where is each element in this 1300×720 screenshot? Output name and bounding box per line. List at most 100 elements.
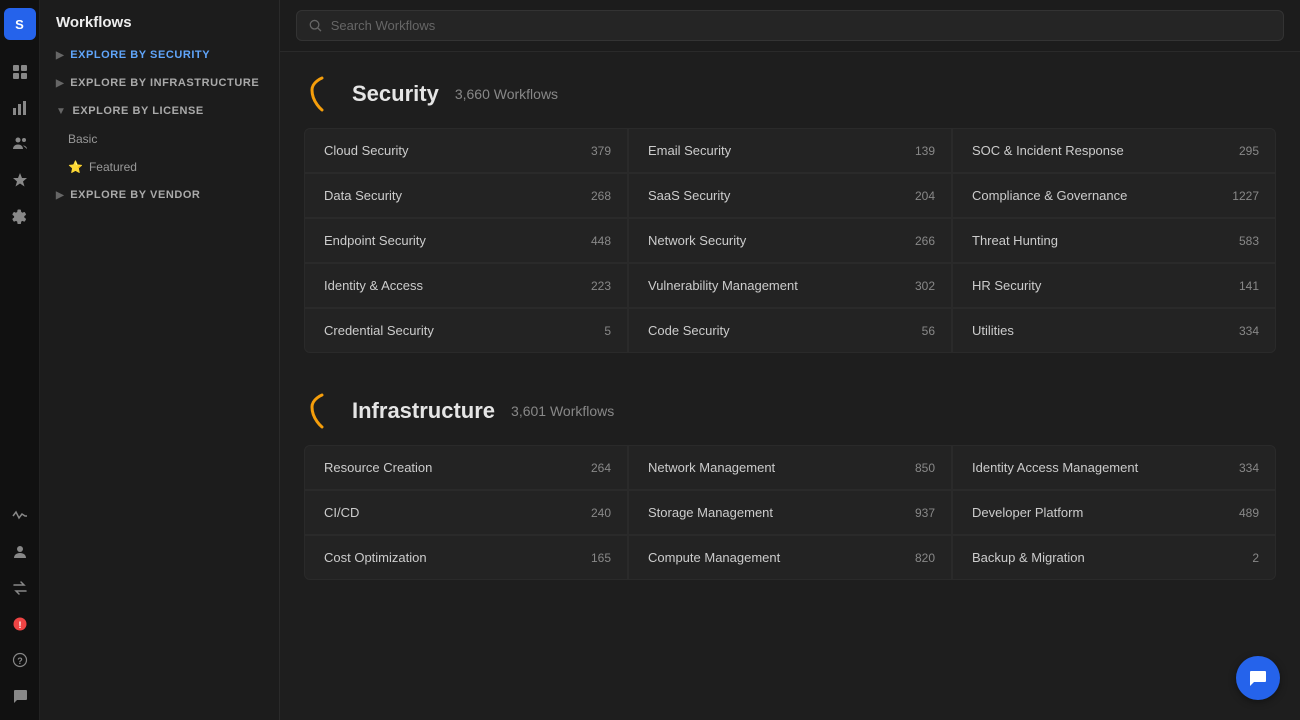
- sidebar-explore-by-license[interactable]: ▼ EXPLORE BY LICENSE: [40, 97, 279, 125]
- category-item[interactable]: Vulnerability Management 302: [629, 264, 951, 307]
- category-name: Cost Optimization: [324, 550, 427, 565]
- chat-fab-button[interactable]: [1236, 656, 1280, 700]
- sidebar-section-infrastructure: ▶ EXPLORE BY INFRASTRUCTURE: [40, 69, 279, 97]
- security-category-grid: Cloud Security379Email Security139SOC & …: [304, 128, 1276, 353]
- category-name: Endpoint Security: [324, 233, 426, 248]
- category-name: Data Security: [324, 188, 402, 203]
- infrastructure-section: Infrastructure 3,601 Workflows Resource …: [304, 393, 1276, 580]
- category-name: Utilities: [972, 323, 1014, 338]
- category-item[interactable]: HR Security141: [953, 264, 1275, 307]
- category-count: 56: [922, 324, 935, 338]
- category-item[interactable]: Developer Platform489: [953, 491, 1275, 534]
- sidebar-section-vendor: ▶ EXPLORE BY VENDOR: [40, 181, 279, 209]
- category-item[interactable]: Compliance & Governance 1227: [953, 174, 1275, 217]
- sidebar-section-license: ▼ EXPLORE BY LICENSE Basic ⭐ Featured: [40, 97, 279, 181]
- user-icon[interactable]: [4, 536, 36, 568]
- category-name: SOC & Incident Response: [972, 143, 1124, 158]
- category-item[interactable]: Credential Security5: [305, 309, 627, 352]
- category-count: 583: [1239, 234, 1259, 248]
- category-count: 2: [1252, 551, 1259, 565]
- alert-icon[interactable]: !: [4, 608, 36, 640]
- category-item[interactable]: Email Security139: [629, 129, 951, 172]
- chevron-infra-icon: ▶: [56, 78, 64, 89]
- category-item[interactable]: CI/CD240: [305, 491, 627, 534]
- category-item[interactable]: Cost Optimization 165: [305, 536, 627, 579]
- security-title: Security: [352, 81, 439, 107]
- icon-bar: S ! ?: [0, 0, 40, 720]
- chevron-license-icon: ▼: [56, 106, 66, 117]
- sidebar-section-security: ▶ EXPLORE BY SECURITY: [40, 41, 279, 69]
- transfer-icon[interactable]: [4, 572, 36, 604]
- category-count: 448: [591, 234, 611, 248]
- sidebar-explore-by-vendor[interactable]: ▶ EXPLORE BY VENDOR: [40, 181, 279, 209]
- category-count: 489: [1239, 506, 1259, 520]
- sidebar-section-infrastructure-label: EXPLORE BY INFRASTRUCTURE: [70, 77, 259, 89]
- category-name: Code Security: [648, 323, 730, 338]
- category-item[interactable]: Backup & Migration2: [953, 536, 1275, 579]
- grid-icon[interactable]: [4, 56, 36, 88]
- category-count: 223: [591, 279, 611, 293]
- category-item[interactable]: Identity Access Management334: [953, 446, 1275, 489]
- sidebar-explore-by-infrastructure[interactable]: ▶ EXPLORE BY INFRASTRUCTURE: [40, 69, 279, 97]
- security-count: 3,660 Workflows: [455, 86, 558, 102]
- content-scroll[interactable]: Security 3,660 Workflows Cloud Security3…: [280, 52, 1300, 720]
- help-icon[interactable]: ?: [4, 644, 36, 676]
- sidebar-section-security-label: EXPLORE BY SECURITY: [70, 49, 210, 61]
- category-count: 5: [604, 324, 611, 338]
- category-item[interactable]: Code Security 56: [629, 309, 951, 352]
- category-name: Cloud Security: [324, 143, 409, 158]
- category-item[interactable]: Cloud Security379: [305, 129, 627, 172]
- chevron-vendor-icon: ▶: [56, 190, 64, 201]
- category-count: 165: [591, 551, 611, 565]
- sidebar-title: Workflows: [40, 0, 279, 41]
- category-count: 850: [915, 461, 935, 475]
- category-count: 204: [915, 189, 935, 203]
- category-count: 268: [591, 189, 611, 203]
- infrastructure-count: 3,601 Workflows: [511, 403, 614, 419]
- category-name: Network Management: [648, 460, 775, 475]
- category-name: Resource Creation: [324, 460, 432, 475]
- category-count: 141: [1239, 279, 1259, 293]
- category-item[interactable]: Threat Hunting583: [953, 219, 1275, 262]
- category-name: Compliance & Governance: [972, 188, 1127, 203]
- category-item[interactable]: Data Security 268: [305, 174, 627, 217]
- search-wrapper[interactable]: [296, 10, 1284, 41]
- star-featured-icon: ⭐: [68, 160, 83, 174]
- category-item[interactable]: Resource Creation 264: [305, 446, 627, 489]
- category-item[interactable]: SaaS Security204: [629, 174, 951, 217]
- security-section-icon: [304, 76, 340, 112]
- sidebar-section-vendor-label: EXPLORE BY VENDOR: [70, 189, 200, 201]
- category-item[interactable]: Endpoint Security 448: [305, 219, 627, 262]
- category-item[interactable]: Identity & Access223: [305, 264, 627, 307]
- sidebar-section-license-label: EXPLORE BY LICENSE: [72, 105, 203, 117]
- sidebar-item-basic[interactable]: Basic: [40, 125, 279, 153]
- category-count: 302: [915, 279, 935, 293]
- category-count: 1227: [1232, 189, 1259, 203]
- security-section-header: Security 3,660 Workflows: [304, 76, 1276, 112]
- chart-icon[interactable]: [4, 92, 36, 124]
- category-item[interactable]: Storage Management937: [629, 491, 951, 534]
- category-count: 264: [591, 461, 611, 475]
- activity-icon[interactable]: [4, 500, 36, 532]
- category-count: 266: [915, 234, 935, 248]
- search-input[interactable]: [331, 18, 1271, 33]
- settings-nav-icon[interactable]: [4, 200, 36, 232]
- category-item[interactable]: Network Management 850: [629, 446, 951, 489]
- logo-icon[interactable]: S: [4, 8, 36, 40]
- category-item[interactable]: Utilities 334: [953, 309, 1275, 352]
- infrastructure-title: Infrastructure: [352, 398, 495, 424]
- chevron-icon: ▶: [56, 50, 64, 61]
- infrastructure-category-grid: Resource Creation 264 Network Management 85…: [304, 445, 1276, 580]
- category-item[interactable]: Network Security266: [629, 219, 951, 262]
- security-section: Security 3,660 Workflows Cloud Security3…: [304, 76, 1276, 353]
- sidebar-item-featured[interactable]: ⭐ Featured: [40, 153, 279, 181]
- category-item[interactable]: SOC & Incident Response295: [953, 129, 1275, 172]
- category-count: 334: [1239, 324, 1259, 338]
- sidebar-explore-by-security[interactable]: ▶ EXPLORE BY SECURITY: [40, 41, 279, 69]
- star-nav-icon[interactable]: [4, 164, 36, 196]
- people-icon[interactable]: [4, 128, 36, 160]
- category-name: Vulnerability Management: [648, 278, 798, 293]
- category-item[interactable]: Compute Management820: [629, 536, 951, 579]
- chat-nav-icon[interactable]: [4, 680, 36, 712]
- svg-text:?: ?: [17, 656, 23, 666]
